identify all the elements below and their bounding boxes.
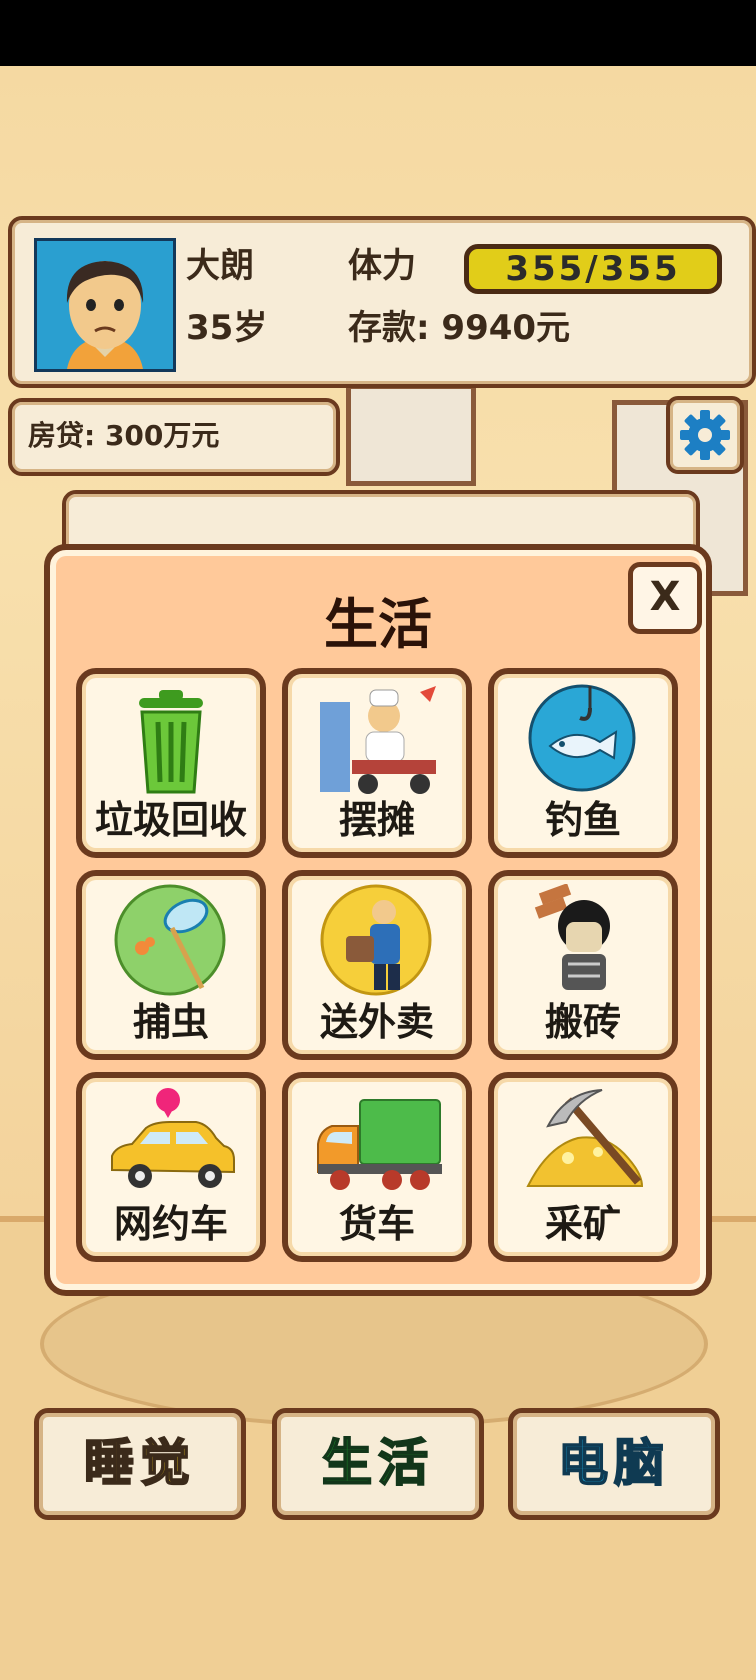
- option-label: 搬砖: [544, 1000, 621, 1044]
- option-label: 钓鱼: [544, 798, 621, 842]
- fishing-icon: [528, 684, 636, 792]
- option-food-delivery[interactable]: 送外卖: [282, 870, 472, 1060]
- gear-icon: [680, 410, 730, 460]
- brick-carrying-icon: [534, 884, 610, 990]
- wall-picture: [346, 384, 476, 486]
- option-brick-carrying[interactable]: 搬砖: [488, 870, 678, 1060]
- option-mining[interactable]: 采矿: [488, 1072, 678, 1262]
- option-label: 捕虫: [132, 1000, 209, 1044]
- option-label: 摆摊: [338, 798, 415, 842]
- stamina-bar: 355/355: [464, 244, 722, 294]
- status-bar: [0, 0, 756, 66]
- option-bug-catching[interactable]: 捕虫: [76, 870, 266, 1060]
- truck-icon: [317, 1099, 442, 1190]
- option-fishing[interactable]: 钓鱼: [488, 668, 678, 858]
- option-label: 采矿: [544, 1202, 621, 1246]
- option-truck[interactable]: 货车: [282, 1072, 472, 1262]
- trash-can-icon: [139, 690, 203, 794]
- mortgage-text: 房贷: 300万元: [28, 419, 220, 452]
- street-stall-icon: [320, 686, 436, 794]
- option-label: 货车: [338, 1202, 415, 1246]
- life-menu-dialog: 生活 X 垃圾回收 摆摊 钓鱼 捕虫 送外卖 搬砖 网约车 货车 采矿: [44, 544, 712, 1296]
- close-button[interactable]: X: [628, 562, 702, 634]
- stamina-label: 体力: [348, 246, 416, 286]
- sleep-button[interactable]: 睡觉: [34, 1408, 246, 1520]
- bug-net-icon: [114, 884, 226, 996]
- mortgage-panel: 房贷: 300万元: [8, 398, 340, 476]
- computer-button[interactable]: 电脑: [508, 1408, 720, 1520]
- player-age: 35岁: [186, 308, 268, 348]
- life-button[interactable]: 生活: [272, 1408, 484, 1520]
- delivery-icon: [320, 884, 432, 996]
- player-status-panel: 大朗 35岁 体力 355/355 存款: 9940元: [8, 216, 756, 388]
- option-street-stall[interactable]: 摆摊: [282, 668, 472, 858]
- option-ride-hailing[interactable]: 网约车: [76, 1072, 266, 1262]
- mining-pickaxe-icon: [526, 1089, 644, 1187]
- player-avatar: [34, 238, 176, 372]
- savings-text: 存款: 9940元: [348, 308, 571, 348]
- player-name: 大朗: [186, 246, 254, 286]
- option-garbage-recycling[interactable]: 垃圾回收: [76, 668, 266, 858]
- settings-button[interactable]: [666, 396, 744, 474]
- option-label: 垃圾回收: [94, 798, 247, 842]
- stamina-value: 355/355: [505, 249, 681, 289]
- taxi-icon: [111, 1088, 235, 1188]
- option-label: 送外卖: [319, 1000, 434, 1044]
- option-label: 网约车: [113, 1202, 228, 1246]
- dialog-title: 生活: [324, 593, 432, 656]
